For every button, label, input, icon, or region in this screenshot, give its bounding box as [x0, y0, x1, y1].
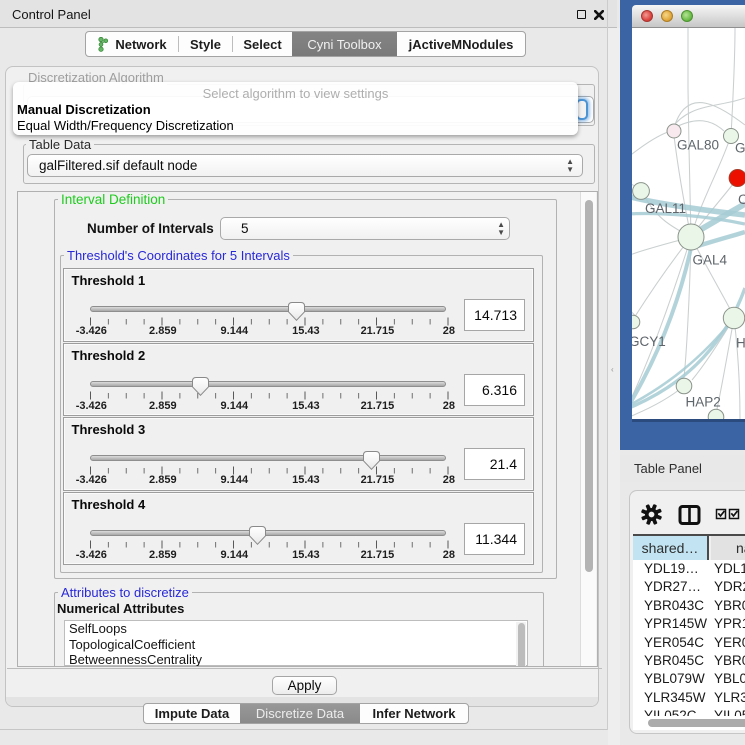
svg-text:H: H [736, 336, 745, 351]
svg-text:GAL11: GAL11 [645, 201, 686, 216]
svg-text:HAP2: HAP2 [686, 395, 721, 410]
svg-text:GCY1: GCY1 [632, 334, 666, 349]
svg-text:GAL80: GAL80 [677, 138, 719, 153]
svg-text:G: G [735, 141, 745, 156]
svg-text:C: C [738, 192, 745, 207]
svg-text:GAL4: GAL4 [693, 253, 728, 268]
